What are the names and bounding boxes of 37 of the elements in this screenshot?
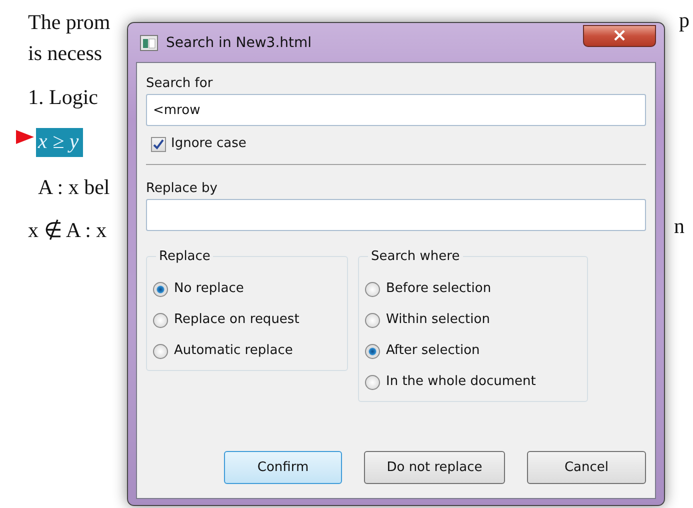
- radio-button[interactable]: [365, 344, 380, 358]
- radio-label: Within selection: [386, 312, 490, 328]
- radio-label: Replace on request: [174, 312, 300, 328]
- dialog-button[interactable]: Cancel: [527, 451, 646, 484]
- radio-label: In the whole document: [386, 374, 536, 390]
- radio-button[interactable]: [365, 374, 380, 390]
- group-title: Replace: [158, 249, 212, 264]
- document-text: 1. Logic: [28, 84, 98, 110]
- search-field[interactable]: <mrow: [146, 94, 646, 126]
- dialog-button[interactable]: Do not replace: [364, 451, 505, 484]
- ignore-case-checkbox[interactable]: [151, 136, 166, 152]
- document-text: x ∉ A : x: [28, 218, 107, 242]
- field-label: Replace by: [146, 181, 218, 197]
- field-label: Search for: [146, 76, 214, 92]
- window-title: Search in New3.html: [166, 34, 313, 50]
- radio-button[interactable]: [365, 282, 380, 296]
- document-text: is necess: [28, 40, 102, 66]
- radio-label: Automatic replace: [174, 343, 293, 359]
- replace-field[interactable]: [146, 199, 646, 231]
- radio-button[interactable]: [153, 312, 168, 328]
- document-text: p: [679, 8, 690, 33]
- radio-label: Before selection: [386, 281, 492, 297]
- document-text: The prom: [28, 10, 110, 34]
- radio-button[interactable]: [153, 282, 168, 296]
- app-icon: [140, 34, 158, 50]
- document-text: n: [674, 214, 684, 239]
- default-button[interactable]: Confirm: [224, 451, 342, 484]
- pointer-icon: [16, 130, 34, 144]
- checkbox-label: Ignore case: [171, 136, 246, 152]
- document-text: A : x bel: [38, 174, 110, 200]
- radio-button[interactable]: [153, 344, 168, 358]
- radio-label: No replace: [174, 281, 244, 297]
- radio-button[interactable]: [365, 312, 380, 328]
- group-title: Search where: [370, 249, 461, 264]
- radio-label: After selection: [386, 343, 480, 359]
- close-button[interactable]: ×: [583, 24, 656, 46]
- selected-formula: x ≥ y: [36, 128, 83, 156]
